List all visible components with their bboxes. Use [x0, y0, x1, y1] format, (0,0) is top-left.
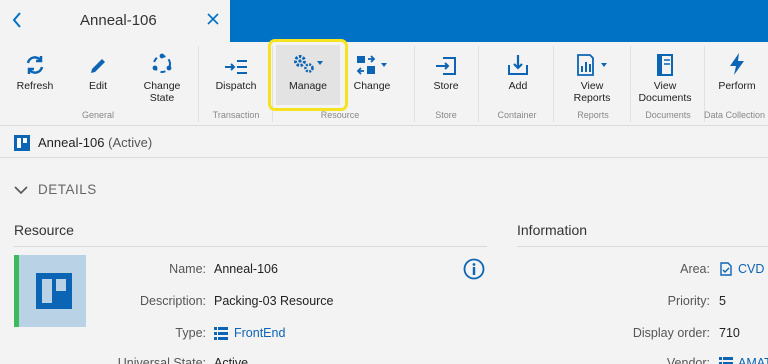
information-section-title: Information: [517, 222, 588, 238]
resource-icon: [14, 135, 30, 151]
change-label: Change: [353, 80, 391, 92]
change-state-button[interactable]: Change State: [138, 42, 186, 114]
ribbon-toolbar: Refresh Edit Change State Dispatch Change…: [0, 42, 768, 126]
resource-large-icon: [36, 273, 72, 309]
highlight-box: [268, 39, 348, 111]
store-button[interactable]: Store: [424, 42, 468, 114]
dispatch-icon: [225, 60, 247, 74]
document-book-icon: [657, 54, 673, 76]
ribbon-divider: [630, 46, 631, 122]
group-label-data-collection: Data Collection: [704, 110, 766, 120]
change-icon: [356, 55, 387, 75]
group-label-container: Container: [497, 110, 537, 120]
dispatch-button[interactable]: Dispatch: [212, 42, 260, 114]
edit-label: Edit: [88, 80, 108, 92]
vendor-label: Vendor:: [666, 356, 710, 364]
perform-button[interactable]: Perform: [712, 42, 762, 114]
vendor-value-link[interactable]: AMAT: [719, 356, 768, 364]
tab-title: Anneal-106: [80, 12, 157, 29]
resource-section-title: Resource: [14, 222, 74, 238]
ribbon-divider: [198, 46, 199, 122]
info-icon[interactable]: [463, 258, 485, 280]
area-label: Area:: [680, 262, 710, 276]
add-button[interactable]: Add: [496, 42, 540, 114]
pencil-icon: [91, 59, 105, 73]
refresh-button[interactable]: Refresh: [14, 42, 56, 114]
area-icon: [720, 262, 732, 276]
universal-state-value: Active: [214, 356, 249, 364]
change-state-label: Change State: [143, 80, 181, 104]
display-order-label: Display order:: [632, 326, 710, 340]
ribbon-divider: [478, 46, 479, 122]
report-icon: [577, 54, 607, 76]
store-icon: [436, 57, 456, 75]
name-label: Name:: [169, 262, 206, 276]
chevron-down-icon: [14, 185, 28, 194]
type-label: Type:: [175, 326, 206, 340]
refresh-label: Refresh: [16, 80, 54, 92]
name-value: Anneal-106: [214, 262, 278, 276]
priority-value: 5: [719, 294, 726, 308]
change-button[interactable]: Change: [346, 42, 398, 114]
view-reports-button[interactable]: View Reports: [566, 42, 618, 114]
refresh-icon: [26, 56, 44, 74]
perform-label: Perform: [718, 80, 756, 92]
entity-header: Anneal-106 (Active): [0, 126, 768, 158]
resource-thumbnail: [14, 255, 86, 327]
description-label: Description:: [140, 294, 206, 308]
close-icon[interactable]: [206, 12, 220, 26]
view-reports-label: View Reports: [573, 80, 611, 104]
description-value: Packing-03 Resource: [214, 294, 334, 308]
section-divider: [14, 246, 487, 247]
details-label: DETAILS: [38, 182, 97, 197]
details-section-toggle[interactable]: DETAILS: [14, 182, 97, 197]
lightning-icon: [730, 53, 744, 75]
view-documents-label: View Documents: [638, 80, 692, 104]
section-divider: [517, 246, 768, 247]
group-label-transaction: Transaction: [212, 110, 260, 120]
entity-title: Anneal-106 (Active): [38, 135, 153, 150]
dispatch-label: Dispatch: [215, 80, 257, 92]
display-order-value: 710: [719, 326, 740, 340]
store-label: Store: [433, 80, 459, 92]
group-label-store: Store: [435, 110, 457, 120]
back-icon[interactable]: [10, 8, 24, 32]
document-tab[interactable]: Anneal-106: [0, 0, 230, 42]
group-label-reports: Reports: [577, 110, 609, 120]
group-label-documents: Documents: [645, 110, 691, 120]
list-icon: [214, 326, 228, 340]
priority-label: Priority:: [667, 294, 710, 308]
area-value-link[interactable]: CVD: [719, 262, 764, 276]
add-to-container-icon: [508, 55, 528, 75]
view-documents-button[interactable]: View Documents: [634, 42, 696, 114]
type-value-link[interactable]: FrontEnd: [214, 326, 285, 340]
ribbon-divider: [414, 46, 415, 122]
edit-button[interactable]: Edit: [78, 42, 118, 114]
group-label-general: General: [81, 110, 115, 120]
cycle-state-icon: [152, 53, 172, 73]
add-label: Add: [508, 80, 528, 92]
vendor-icon: [719, 356, 733, 364]
universal-state-label: Universal State:: [117, 356, 206, 364]
